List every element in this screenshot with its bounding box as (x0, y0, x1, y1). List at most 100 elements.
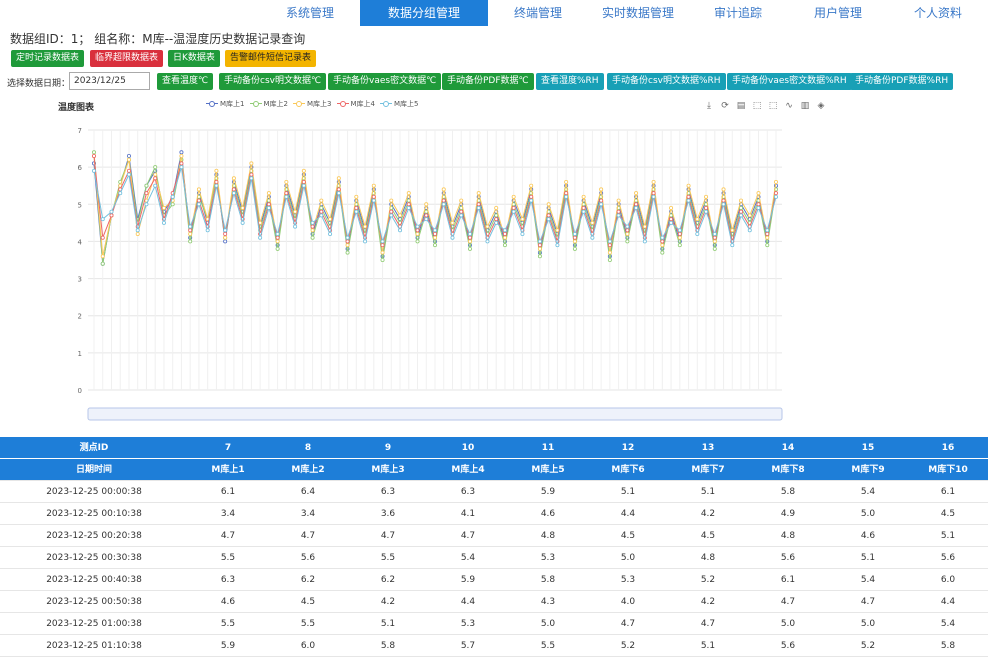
backup-pdf-temp-button[interactable]: 手动备份PDF数据℃ (442, 73, 534, 90)
scheduled-records-button[interactable]: 定时记录数据表 (11, 50, 85, 67)
data-point[interactable] (223, 232, 228, 237)
data-point[interactable] (739, 213, 744, 218)
data-point[interactable] (511, 206, 516, 211)
data-point[interactable] (432, 228, 437, 233)
data-point[interactable] (424, 209, 429, 214)
data-point[interactable] (363, 239, 368, 244)
data-point[interactable] (380, 243, 385, 248)
data-point[interactable] (153, 172, 158, 177)
data-point[interactable] (599, 187, 604, 192)
data-point[interactable] (345, 243, 350, 248)
data-point[interactable] (214, 183, 219, 188)
data-point[interactable] (677, 228, 682, 233)
data-point[interactable] (188, 239, 193, 244)
data-point[interactable] (494, 217, 499, 222)
data-point[interactable] (188, 224, 193, 229)
data-point[interactable] (607, 243, 612, 248)
data-point[interactable] (467, 232, 472, 237)
data-point[interactable] (581, 206, 586, 211)
nav-data-group[interactable]: 数据分组管理 (360, 0, 488, 26)
data-point[interactable] (223, 228, 228, 233)
data-point[interactable] (406, 191, 411, 196)
data-point[interactable] (196, 202, 201, 207)
data-point[interactable] (537, 254, 542, 259)
data-point[interactable] (774, 191, 779, 196)
data-point[interactable] (520, 232, 525, 237)
data-point[interactable] (179, 150, 184, 155)
data-point[interactable] (721, 187, 726, 192)
legend-item[interactable]: M库上1 (206, 99, 245, 109)
nav-audit[interactable]: 审计追踪 (688, 0, 788, 26)
data-point[interactable] (712, 235, 717, 240)
data-point[interactable] (371, 198, 376, 203)
backup-pdf-rh-button[interactable]: 手动备份PDF数据%RH (850, 73, 954, 90)
data-point[interactable] (739, 198, 744, 203)
data-point[interactable] (634, 191, 639, 196)
data-point[interactable] (406, 202, 411, 207)
data-point[interactable] (494, 220, 499, 225)
data-point[interactable] (686, 194, 691, 199)
data-point[interactable] (266, 206, 271, 211)
backup-vaes-rh-button[interactable]: 手动备份vaes密文数据%RH (727, 73, 852, 90)
data-point[interactable] (406, 206, 411, 211)
data-point[interactable] (223, 235, 228, 240)
data-point[interactable] (721, 202, 726, 207)
data-point[interactable] (546, 217, 551, 222)
data-point[interactable] (607, 257, 612, 262)
data-point[interactable] (424, 202, 429, 207)
data-point[interactable] (564, 191, 569, 196)
data-point[interactable] (774, 180, 779, 185)
data-point[interactable] (616, 209, 621, 214)
data-point[interactable] (572, 235, 577, 240)
data-point[interactable] (432, 243, 437, 248)
data-point[interactable] (398, 213, 403, 218)
data-point[interactable] (153, 183, 158, 188)
data-point[interactable] (546, 213, 551, 218)
data-point[interactable] (502, 228, 507, 233)
data-point[interactable] (415, 228, 420, 233)
data-point[interactable] (275, 246, 280, 251)
data-point[interactable] (240, 206, 245, 211)
data-point[interactable] (695, 232, 700, 237)
data-point[interactable] (389, 213, 394, 218)
data-point[interactable] (599, 202, 604, 207)
data-point[interactable] (537, 239, 542, 244)
data-point[interactable] (240, 220, 245, 225)
data-point[interactable] (459, 213, 464, 218)
data-point[interactable] (555, 228, 560, 233)
data-point[interactable] (432, 232, 437, 237)
data-point[interactable] (109, 209, 114, 214)
data-point[interactable] (704, 206, 709, 211)
data-point[interactable] (266, 202, 271, 207)
data-point[interactable] (336, 176, 341, 181)
data-point[interactable] (747, 213, 752, 218)
data-point[interactable] (467, 239, 472, 244)
data-point[interactable] (196, 198, 201, 203)
data-point[interactable] (144, 183, 149, 188)
data-point[interactable] (520, 217, 525, 222)
data-point[interactable] (91, 154, 96, 159)
data-point[interactable] (249, 161, 254, 166)
data-point[interactable] (144, 202, 149, 207)
data-point[interactable] (380, 257, 385, 262)
data-point[interactable] (118, 191, 123, 196)
data-point[interactable] (730, 228, 735, 233)
data-point[interactable] (660, 250, 665, 255)
data-point[interactable] (100, 254, 105, 259)
data-point[interactable] (494, 206, 499, 211)
data-point[interactable] (301, 180, 306, 185)
data-point[interactable] (196, 187, 201, 192)
data-point[interactable] (529, 194, 534, 199)
data-point[interactable] (432, 235, 437, 240)
data-point[interactable] (249, 176, 254, 181)
data-point[interactable] (345, 235, 350, 240)
data-point[interactable] (441, 187, 446, 192)
data-point[interactable] (537, 243, 542, 248)
data-point[interactable] (328, 217, 333, 222)
data-point[interactable] (485, 224, 490, 229)
data-point[interactable] (91, 150, 96, 155)
data-point[interactable] (284, 180, 289, 185)
data-point[interactable] (389, 209, 394, 214)
data-point[interactable] (590, 220, 595, 225)
data-point[interactable] (660, 235, 665, 240)
